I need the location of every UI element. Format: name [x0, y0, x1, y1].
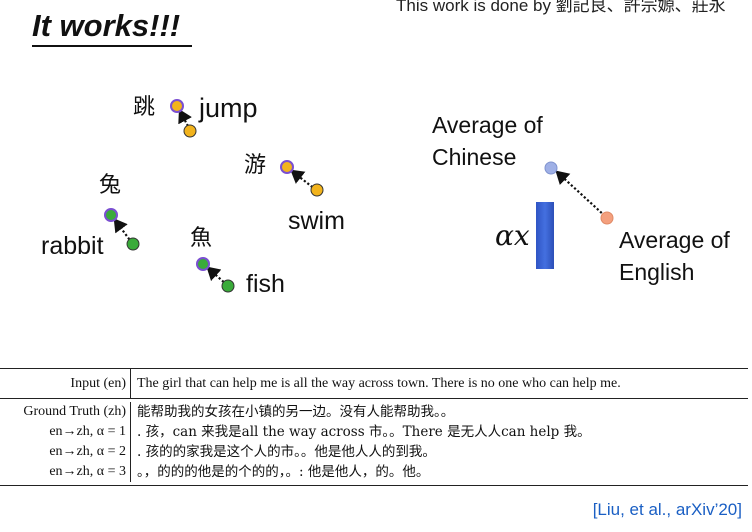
input-label: Input (en) [0, 369, 131, 398]
translation-table: Input (en) The girl that can help me is … [0, 368, 748, 486]
avg-english-line2: English [619, 259, 695, 285]
average-shift-arrow [555, 170, 606, 217]
row-label: en→zh, α = 3 [0, 462, 131, 482]
citation: [Liu, et al., arXiv’20] [592, 500, 742, 519]
table-row: en→zh, α = 2 . 孩的的家我是这个人的市。。他是他人人的到我。 [0, 442, 748, 462]
average-shift [544, 161, 614, 225]
avg-chinese-point [544, 161, 558, 175]
zh-word-jump: 跳 [133, 95, 156, 120]
zh-word-swim: 游 [244, 153, 267, 178]
en-word-jump: jump [199, 93, 258, 123]
avg-english-line1: Average of [619, 227, 730, 253]
row-label: en→zh, α = 1 [0, 422, 131, 442]
en-point-fish [221, 279, 235, 293]
alpha-scale-label: αx [495, 219, 530, 252]
table-row: en→zh, α = 3 。，的的的他是的个的的，。: 他是他人，的。他。 [0, 462, 748, 482]
zh-point-swim [280, 160, 294, 174]
avg-chinese-label: Average of Chinese [432, 109, 543, 173]
row-label: Ground Truth (zh) [0, 402, 131, 422]
avg-english-point [600, 211, 614, 225]
zh-word-fish: 魚 [190, 226, 213, 251]
zh-word-rabbit: 兔 [99, 173, 122, 198]
en-point-rabbit [126, 237, 140, 251]
zh-point-rabbit [104, 208, 118, 222]
en-word-swim: swim [288, 207, 345, 235]
table-row: Ground Truth (zh) 能帮助我的女孩在小镇的另一边。没有人能帮助我… [0, 402, 748, 422]
table-row-input: Input (en) The girl that can help me is … [0, 369, 748, 398]
pair-rabbit [104, 208, 140, 251]
pair-swim [280, 160, 324, 197]
scale-bar [536, 202, 554, 269]
row-text: 能帮助我的女孩在小镇的另一边。没有人能帮助我。。 [137, 404, 455, 420]
en-word-fish: fish [246, 270, 285, 298]
row-label: en→zh, α = 2 [0, 442, 131, 462]
en-word-rabbit: rabbit [41, 232, 104, 260]
en-point-jump [183, 124, 197, 138]
pair-jump [170, 99, 197, 138]
avg-chinese-line1: Average of [432, 112, 543, 138]
input-text: The girl that can help me is all the way… [137, 376, 621, 391]
row-text: 。，的的的他是的个的的，。: 他是他人，的。他。 [137, 464, 430, 480]
avg-chinese-line2: Chinese [432, 144, 517, 170]
avg-english-label: Average of English [619, 224, 730, 288]
table-body: Ground Truth (zh) 能帮助我的女孩在小镇的另一边。没有人能帮助我… [0, 399, 748, 485]
pair-fish [196, 257, 235, 293]
table-row: en→zh, α = 1 . 孩，can 来我是all the way acro… [0, 422, 748, 442]
row-text: . 孩的的家我是这个人的市。。他是他人人的到我。 [137, 444, 436, 460]
embedding-diagram [104, 99, 614, 293]
table-bottom-rule [0, 485, 748, 486]
zh-point-fish [196, 257, 210, 271]
zh-point-jump [170, 99, 184, 113]
row-text: . 孩，can 来我是all the way across 市。。There 是… [137, 424, 591, 440]
en-point-swim [310, 183, 324, 197]
